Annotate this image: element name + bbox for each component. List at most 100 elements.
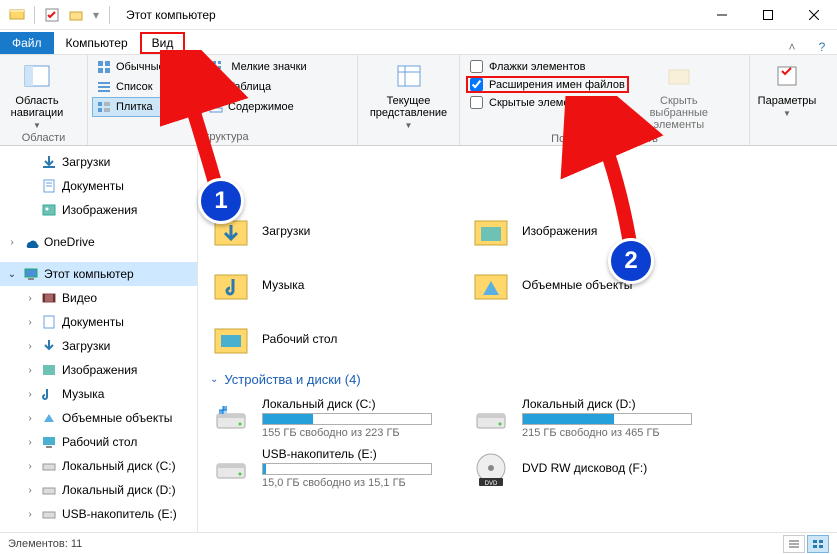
view-mode-tiles[interactable] [807, 535, 829, 553]
desktop-icon [40, 433, 58, 451]
hide-selected-icon [663, 61, 695, 93]
ribbon: Область навигации ▼ Области Обычные знач… [0, 54, 837, 146]
layout-list[interactable]: Список [92, 77, 202, 97]
nav-downloads2[interactable]: ›Загрузки [0, 334, 197, 358]
drive-name: Локальный диск (D:) [522, 397, 702, 411]
group-label-layout: Структура [92, 129, 353, 145]
nav-video[interactable]: ›Видео [0, 286, 197, 310]
layout-tiles[interactable]: Плитка [92, 97, 202, 117]
nav-music[interactable]: ›Музыка [0, 382, 197, 406]
nav-desktop[interactable]: ›Рабочий стол [0, 430, 197, 454]
drives-section-header[interactable]: ⌄ Устройства и диски (4) [206, 366, 837, 393]
svg-text:DVD: DVD [485, 481, 498, 487]
navigation-tree[interactable]: Загрузки Документы Изображения ›OneDrive… [0, 146, 198, 532]
current-view-button[interactable]: Текущее представление ▼ [362, 57, 455, 130]
minimize-button[interactable] [699, 0, 745, 30]
navigation-pane-icon [21, 61, 53, 93]
table-icon [208, 79, 224, 95]
status-count: Элементов: 11 [8, 538, 82, 550]
layout-large-icons[interactable]: Обычные значки [92, 57, 205, 77]
content-area[interactable]: Загрузки Изображения Музыка Объемные объ… [198, 146, 837, 532]
nav-onedrive[interactable]: ›OneDrive [0, 230, 197, 254]
current-view-icon [393, 61, 425, 93]
navigation-pane-button[interactable]: Область навигации ▼ [4, 57, 70, 130]
tiles-icon [96, 99, 112, 115]
nav-this-pc[interactable]: ⌄Этот компьютер [0, 262, 197, 286]
volumes-icon [40, 409, 58, 427]
nav-pictures2[interactable]: ›Изображения [0, 358, 197, 382]
nav-downloads[interactable]: Загрузки [0, 150, 197, 174]
folder-volumes-icon [470, 264, 512, 306]
drive-tile[interactable]: Локальный диск (C:) 155 ГБ свободно из 2… [206, 393, 466, 443]
options-button[interactable]: Параметры ▼ [754, 57, 820, 129]
checkbox-file-extensions[interactable]: Расширения имен файлов [466, 76, 629, 93]
folder-tile-downloads[interactable]: Загрузки [206, 204, 466, 258]
ribbon-collapse-icon[interactable]: ˄ [777, 40, 807, 54]
drive-tile[interactable]: USB-накопитель (E:) 15,0 ГБ свободно из … [206, 443, 466, 493]
expand-icon[interactable]: › [6, 236, 18, 248]
content-icon [208, 99, 224, 115]
usb-drive-icon [40, 505, 58, 523]
maximize-button[interactable] [745, 0, 791, 30]
folder-tile-desktop[interactable]: Рабочий стол [206, 312, 466, 366]
usb-drive-icon [210, 447, 252, 489]
documents-icon [40, 177, 58, 195]
drive-name: USB-накопитель (E:) [262, 447, 442, 461]
nav-drive-d[interactable]: ›Локальный диск (D:) [0, 478, 197, 502]
folder-pictures-icon [470, 210, 512, 252]
nav-drive-c[interactable]: ›Локальный диск (C:) [0, 454, 197, 478]
folder-desktop-icon [210, 318, 252, 360]
nav-pictures[interactable]: Изображения [0, 198, 197, 222]
layout-content[interactable]: Содержимое [204, 97, 314, 117]
drive-capacity-bar [522, 413, 692, 425]
large-icons-icon [96, 59, 112, 75]
nav-documents[interactable]: Документы [0, 174, 197, 198]
tab-file[interactable]: Файл [0, 32, 54, 54]
video-icon [40, 289, 58, 307]
folder-downloads-icon [210, 210, 252, 252]
folder-tile-volumes[interactable]: Объемные объекты [466, 258, 726, 312]
ribbon-tabs: Файл Компьютер Вид ˄ ? [0, 30, 837, 54]
drive-icon [40, 481, 58, 499]
nav-drive-e[interactable]: ›USB-накопитель (E:) [0, 502, 197, 526]
drive-tile[interactable]: DVD DVD RW дисковод (F:) [466, 443, 726, 493]
folder-tile-music[interactable]: Музыка [206, 258, 466, 312]
close-button[interactable] [791, 0, 837, 30]
qat-newfolder-icon[interactable] [65, 4, 87, 26]
dvd-drive-icon: DVD [470, 447, 512, 489]
drive-free-space: 155 ГБ свободно из 223 ГБ [262, 427, 442, 439]
view-mode-details[interactable] [783, 535, 805, 553]
folder-tile-pictures[interactable]: Изображения [466, 204, 726, 258]
status-bar: Элементов: 11 [0, 532, 837, 554]
layout-table[interactable]: Таблица [204, 77, 314, 97]
drive-capacity-bar [262, 463, 432, 475]
drive-name: Локальный диск (C:) [262, 397, 442, 411]
window-title: Этот компьютер [120, 8, 216, 22]
tab-view[interactable]: Вид [140, 32, 186, 54]
options-icon [771, 61, 803, 93]
pictures-icon [40, 201, 58, 219]
drive-capacity-bar [262, 413, 432, 425]
drive-tile[interactable]: Локальный диск (D:) 215 ГБ свободно из 4… [466, 393, 726, 443]
nav-volumes[interactable]: ›Объемные объекты [0, 406, 197, 430]
drive-free-space: 15,0 ГБ свободно из 15,1 ГБ [262, 477, 442, 489]
chevron-down-icon: ⌄ [210, 374, 218, 385]
layout-small-icons[interactable]: Мелкие значки [207, 57, 317, 77]
checkbox-item-checkboxes[interactable]: Флажки элементов [466, 59, 629, 74]
group-label-showhide: Показать или скрыть [464, 131, 745, 147]
tab-computer[interactable]: Компьютер [54, 32, 140, 54]
drive-free-space: 215 ГБ свободно из 465 ГБ [522, 427, 702, 439]
navigation-pane-label: Область навигации [4, 95, 70, 119]
downloads-icon [40, 337, 58, 355]
help-icon[interactable]: ? [807, 40, 837, 54]
qat-properties-icon[interactable] [41, 4, 63, 26]
hard-drive-icon [470, 397, 512, 439]
checkbox-hidden-items[interactable]: Скрытые элементы [466, 95, 629, 110]
music-icon [40, 385, 58, 403]
collapse-icon[interactable]: ⌄ [6, 268, 18, 280]
qat-dropdown-icon[interactable]: ▾ [89, 4, 103, 26]
onedrive-icon [22, 233, 40, 251]
nav-documents2[interactable]: ›Документы [0, 310, 197, 334]
hide-selected-button[interactable]: Скрыть выбранные элементы [631, 57, 727, 131]
hard-drive-icon [210, 397, 252, 439]
